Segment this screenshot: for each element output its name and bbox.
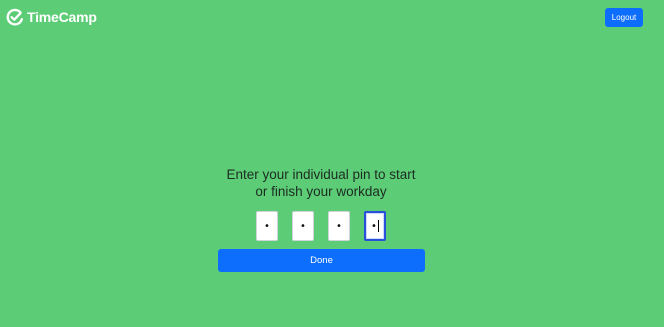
pin-digit-4-input[interactable]: •: [364, 211, 386, 241]
pin-digit-3-value: •: [336, 220, 342, 232]
timecamp-logo-icon: [6, 8, 24, 26]
brand-logo: TimeCamp: [6, 8, 97, 26]
pin-digit-2-value: •: [300, 220, 306, 232]
pin-prompt: Enter your individual pin to start or fi…: [0, 166, 642, 200]
done-button[interactable]: Done: [218, 249, 425, 272]
brand-name: TimeCamp: [27, 9, 97, 25]
text-caret: [377, 220, 379, 232]
pin-prompt-line-1: Enter your individual pin to start: [226, 167, 416, 182]
logout-button[interactable]: Logout: [605, 8, 643, 27]
pin-digit-1-input[interactable]: •: [256, 211, 278, 241]
pin-digit-1-value: •: [264, 220, 270, 232]
pin-digit-4-value: •: [371, 220, 377, 232]
pin-digit-3-input[interactable]: •: [328, 211, 350, 241]
pin-prompt-line-2: or finish your workday: [255, 184, 387, 199]
pin-input-group: • • • •: [0, 211, 642, 241]
pin-digit-2-input[interactable]: •: [292, 211, 314, 241]
